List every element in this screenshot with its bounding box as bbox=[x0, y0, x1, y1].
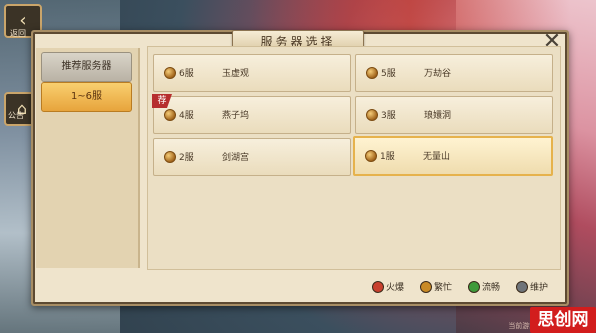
server-name: 无量山 bbox=[423, 152, 451, 162]
server-number: 4服 bbox=[179, 111, 194, 121]
server-item[interactable]: 2服 剑湖宫 bbox=[153, 138, 351, 176]
server-name: 万劫谷 bbox=[424, 69, 452, 79]
server-item[interactable]: 6服 玉虚观 bbox=[153, 54, 351, 92]
status-dot-icon bbox=[164, 109, 176, 121]
server-item[interactable]: 5服 万劫谷 bbox=[355, 54, 553, 92]
server-name: 剑湖宫 bbox=[222, 153, 250, 163]
status-dot-icon bbox=[365, 150, 377, 162]
server-name: 玉虚观 bbox=[222, 69, 250, 79]
status-dot-icon bbox=[366, 67, 378, 79]
server-number: 2服 bbox=[179, 153, 194, 163]
status-dot-icon bbox=[164, 67, 176, 79]
server-number: 1服 bbox=[380, 152, 395, 162]
site-logo: 思创网 bbox=[530, 307, 596, 333]
legend-label: 维护 bbox=[530, 283, 549, 293]
status-dot-icon bbox=[164, 151, 176, 163]
server-item[interactable]: 3服 琅嬛洞 bbox=[355, 96, 553, 134]
legend-label: 繁忙 bbox=[434, 283, 453, 293]
smooth-dot-icon bbox=[468, 281, 480, 293]
announcement-label: 公告 bbox=[8, 111, 24, 120]
legend-label: 流畅 bbox=[482, 283, 501, 293]
server-number: 3服 bbox=[381, 111, 396, 121]
hot-dot-icon bbox=[372, 281, 384, 293]
server-number: 5服 bbox=[381, 69, 396, 79]
server-number: 6服 bbox=[179, 69, 194, 79]
busy-dot-icon bbox=[420, 281, 432, 293]
category-range-1-6[interactable]: 1~6服 bbox=[41, 82, 132, 112]
server-name: 琅嬛洞 bbox=[424, 111, 452, 121]
maintenance-dot-icon bbox=[516, 281, 528, 293]
status-dot-icon bbox=[366, 109, 378, 121]
back-label: 返回 bbox=[10, 29, 26, 38]
legend-label: 火爆 bbox=[386, 283, 405, 293]
server-name: 燕子坞 bbox=[222, 111, 250, 121]
category-recommended[interactable]: 推荐服务器 bbox=[41, 52, 132, 82]
background-ribbon bbox=[250, 0, 570, 30]
server-item[interactable]: 4服 燕子坞 bbox=[153, 96, 351, 134]
server-item-selected[interactable]: 1服 无量山 bbox=[353, 136, 553, 176]
